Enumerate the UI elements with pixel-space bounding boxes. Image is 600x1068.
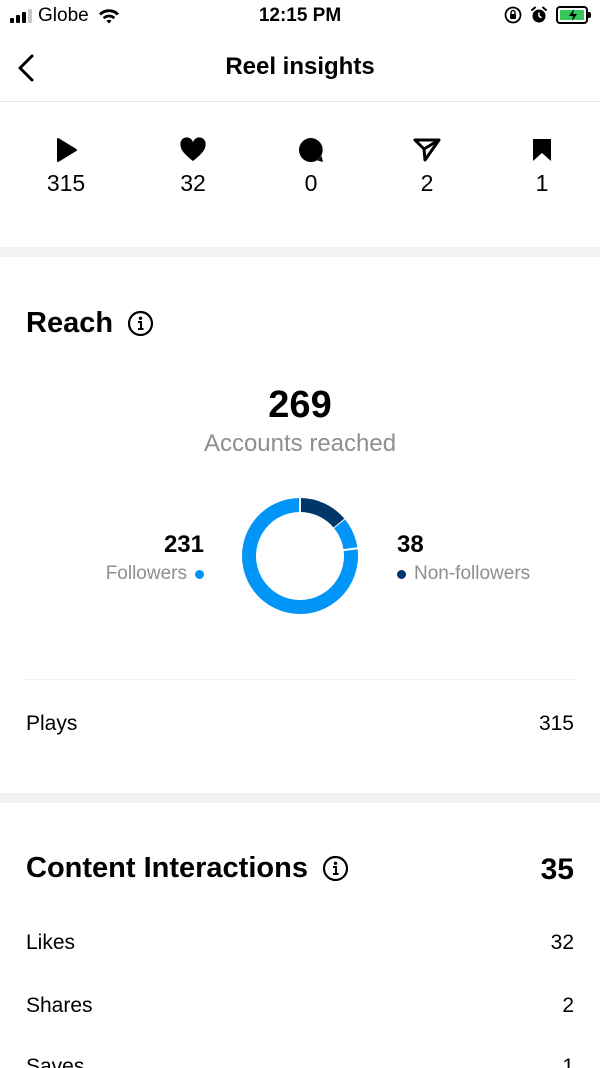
accounts-reached-value: 269 (268, 384, 332, 426)
interactions-total: 35 (540, 853, 574, 886)
stat-comments: 0 (271, 135, 351, 197)
reel-stats-row: 315 32 0 2 1 (0, 103, 600, 247)
row-label: Likes (26, 931, 76, 954)
status-right (504, 6, 591, 24)
interaction-row-likes: Likes 32 (26, 931, 574, 955)
stat-likes: 32 (153, 135, 233, 197)
stat-value: 315 (46, 170, 86, 196)
row-value: 1 (562, 1055, 574, 1068)
followers-dot (195, 569, 204, 579)
non-followers-legend: 38 Non-followers (397, 531, 530, 585)
row-value: 32 (550, 931, 574, 954)
accounts-reached-label: Accounts reached (203, 430, 397, 457)
share-icon (413, 138, 441, 162)
stat-value: 1 (535, 170, 549, 196)
battery-icon (556, 6, 591, 24)
info-icon[interactable] (322, 855, 349, 882)
reach-title: Reach (26, 307, 114, 339)
plays-value: 315 (538, 712, 574, 735)
reach-section-title: Reach (26, 307, 154, 340)
comment-icon (298, 138, 323, 162)
followers-value: 231 (163, 531, 204, 558)
non-followers-label: Non-followers (414, 563, 531, 584)
plays-row: Plays 315 (26, 712, 574, 736)
non-followers-value: 38 (397, 531, 424, 558)
stat-plays: 315 (26, 135, 106, 197)
non-followers-dot (397, 569, 406, 579)
row-value: 2 (562, 994, 574, 1017)
interactions-title: Content Interactions (26, 852, 308, 884)
row-label: Saves (26, 1055, 85, 1068)
status-bar: Globe 12:15 PM (0, 0, 600, 34)
interaction-row-saves: Saves 1 (26, 1055, 574, 1068)
section-divider (0, 793, 600, 803)
reach-donut-chart (242, 497, 359, 614)
stat-value: 0 (304, 170, 318, 196)
heart-icon (180, 137, 206, 161)
orientation-lock-icon (504, 6, 522, 24)
header: Reel insights (0, 34, 600, 102)
donut-segment-non-followers (299, 498, 345, 529)
stat-shares: 2 (387, 135, 467, 197)
page-title: Reel insights (225, 53, 375, 80)
followers-legend: 231 Followers (106, 531, 204, 585)
stat-value: 2 (420, 170, 434, 196)
stat-value: 32 (180, 170, 206, 196)
followers-label: Followers (105, 563, 187, 584)
alarm-icon (531, 6, 547, 23)
section-divider (0, 247, 600, 257)
bookmark-icon (533, 139, 551, 161)
play-icon (57, 138, 77, 162)
interactions-section-title: Content Interactions (26, 852, 349, 885)
plays-label: Plays (26, 712, 78, 735)
interaction-row-shares: Shares 2 (26, 994, 574, 1018)
stat-saves: 1 (502, 135, 582, 197)
divider (26, 679, 574, 680)
info-icon[interactable] (127, 310, 154, 337)
row-label: Shares (26, 994, 93, 1017)
